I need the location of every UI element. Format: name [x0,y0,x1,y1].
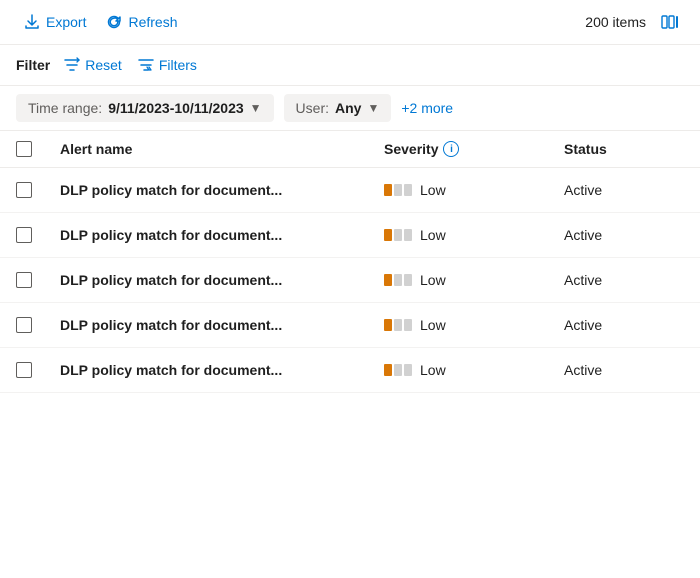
status-text-2: Active [564,272,684,288]
toolbar-right: 200 items [585,8,684,36]
severity-bar-3-3 [404,319,412,331]
status-text-4: Active [564,362,684,378]
alert-name-0[interactable]: DLP policy match for document... [60,182,384,198]
row-checkbox-3[interactable] [16,317,60,333]
alert-name-3[interactable]: DLP policy match for document... [60,317,384,333]
user-chevron-icon: ▼ [367,101,379,115]
status-text-3: Active [564,317,684,333]
select-all-checkbox[interactable] [16,141,60,157]
severity-bar-1-3 [384,319,392,331]
status-text-1: Active [564,227,684,243]
col-header-severity: Severity i [384,141,564,157]
severity-bars-4 [384,364,412,376]
severity-bars-3 [384,319,412,331]
time-range-dropdown[interactable]: Time range: 9/11/2023-10/11/2023 ▼ [16,94,274,122]
user-value: Any [335,100,361,116]
filters-button[interactable]: Filters [132,53,203,77]
severity-cell-0: Low [384,182,564,198]
alert-name-4[interactable]: DLP policy match for document... [60,362,384,378]
row-checkbox-2[interactable] [16,272,60,288]
severity-bars-0 [384,184,412,196]
severity-bar-3-1 [404,229,412,241]
severity-info-icon[interactable]: i [443,141,459,157]
severity-cell-2: Low [384,272,564,288]
filters-icon [138,57,154,73]
column-settings-button[interactable] [656,8,684,36]
row-checkbox-4[interactable] [16,362,60,378]
time-range-chevron-icon: ▼ [250,101,262,115]
severity-bar-1-1 [384,229,392,241]
severity-bar-1-4 [384,364,392,376]
refresh-icon [106,14,122,30]
severity-label-0: Low [420,182,446,198]
table-row: DLP policy match for document... Low Act… [0,168,700,213]
severity-cell-4: Low [384,362,564,378]
time-range-value: 9/11/2023-10/11/2023 [108,100,243,116]
severity-bar-2-3 [394,319,402,331]
severity-label-3: Low [420,317,446,333]
severity-bar-1-0 [384,184,392,196]
table-row: DLP policy match for document... Low Act… [0,258,700,303]
alert-name-2[interactable]: DLP policy match for document... [60,272,384,288]
severity-cell-3: Low [384,317,564,333]
user-dropdown[interactable]: User: Any ▼ [284,94,392,122]
severity-bar-2-4 [394,364,402,376]
dropdown-row: Time range: 9/11/2023-10/11/2023 ▼ User:… [0,86,700,131]
severity-bar-2-1 [394,229,402,241]
severity-bar-1-2 [384,274,392,286]
filter-label: Filter [16,57,50,73]
table-row: DLP policy match for document... Low Act… [0,348,700,393]
severity-bar-3-0 [404,184,412,196]
col-header-alert-name: Alert name [60,141,384,157]
row-checkbox-0[interactable] [16,182,60,198]
reset-button[interactable]: Reset [58,53,128,77]
severity-bars-1 [384,229,412,241]
row-checkbox-1[interactable] [16,227,60,243]
severity-label-2: Low [420,272,446,288]
col-header-status: Status [564,141,684,157]
table-row: DLP policy match for document... Low Act… [0,213,700,258]
time-range-prefix: Time range: [28,100,102,116]
more-filters-button[interactable]: +2 more [401,100,453,116]
severity-label-1: Low [420,227,446,243]
severity-cell-1: Low [384,227,564,243]
reset-filter-icon [64,57,80,73]
filter-bar: Filter Reset Filters [0,45,700,86]
toolbar: Export Refresh 200 items [0,0,700,45]
export-button[interactable]: Export [16,10,94,34]
table-header: Alert name Severity i Status [0,131,700,168]
severity-label-4: Low [420,362,446,378]
toolbar-left: Export Refresh [16,10,186,34]
severity-bars-2 [384,274,412,286]
table-rows: DLP policy match for document... Low Act… [0,168,700,393]
table-row: DLP policy match for document... Low Act… [0,303,700,348]
alert-name-1[interactable]: DLP policy match for document... [60,227,384,243]
item-count: 200 items [585,14,646,30]
export-icon [24,14,40,30]
severity-bar-2-2 [394,274,402,286]
user-prefix: User: [296,100,329,116]
severity-bar-3-2 [404,274,412,286]
severity-bar-3-4 [404,364,412,376]
severity-bar-2-0 [394,184,402,196]
table-container: Alert name Severity i Status DLP policy … [0,131,700,393]
status-text-0: Active [564,182,684,198]
refresh-button[interactable]: Refresh [98,10,185,34]
